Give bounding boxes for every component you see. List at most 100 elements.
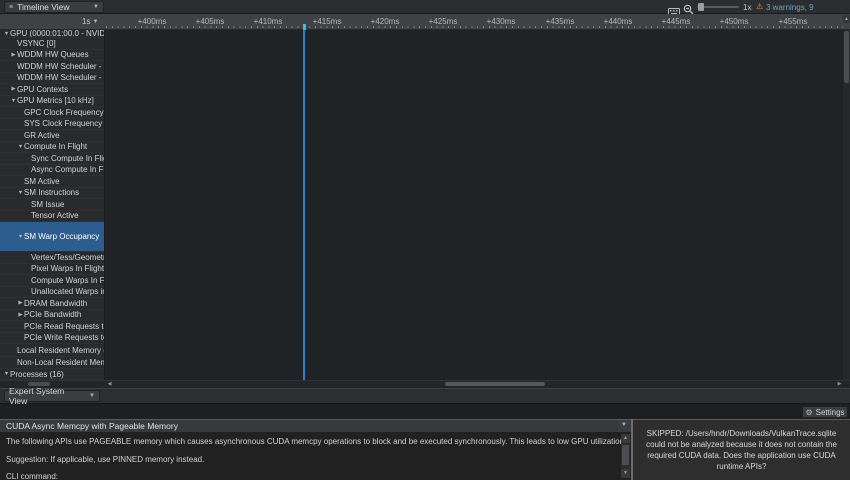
timeline-view-selector[interactable]: ≡ Timeline View ▼ bbox=[4, 1, 104, 13]
hscroll-thumb[interactable] bbox=[445, 382, 545, 386]
expert-result-title: CUDA Async Memcpy with Pageable Memory bbox=[6, 421, 178, 431]
collapse-icon[interactable]: ▼ bbox=[17, 190, 24, 196]
sidebar-row-unallocated-warps-in-act[interactable]: Unallocated Warps in Act bbox=[0, 287, 105, 299]
sidebar-row-pcie-write-requests-to-ba[interactable]: PCIe Write Requests to BA bbox=[0, 333, 105, 345]
sidebar-row-compute-in-flight[interactable]: ▼Compute In Flight bbox=[0, 142, 105, 154]
sidebar-row-wddm-hw-scheduler-cop[interactable]: WDDM HW Scheduler - Cop bbox=[0, 73, 105, 85]
ruler-tick-+420ms: +420ms bbox=[371, 17, 400, 26]
expert-scrollbar-down[interactable]: ▼ bbox=[621, 469, 630, 478]
row-label: Tensor Active bbox=[31, 211, 79, 220]
row-label: Pixel Warps In Flight bbox=[31, 264, 104, 273]
sidebar-row-vertex-tess-geometry-w[interactable]: Vertex/Tess/Geometry W bbox=[0, 252, 105, 264]
ruler-tick-+445ms: +445ms bbox=[662, 17, 691, 26]
row-label: Vertex/Tess/Geometry W bbox=[31, 253, 105, 262]
timeline-ruler[interactable]: 1s▼ +400ms+405ms+410ms+415ms+420ms+425ms… bbox=[0, 14, 850, 30]
ruler-tick-+435ms: +435ms bbox=[546, 17, 575, 26]
row-label: GPU (0000:01:00.0 - NVIDIA G bbox=[10, 30, 105, 38]
row-label: Local Resident Memory (Cap bbox=[17, 346, 105, 355]
row-label: GPU Contexts bbox=[17, 85, 68, 94]
sidebar-row-gpu-0000-01-00-0-nvidia-g[interactable]: ▼GPU (0000:01:00.0 - NVIDIA G bbox=[0, 30, 105, 38]
sidebar-row-wddm-hw-queues[interactable]: ▶WDDM HW Queues bbox=[0, 50, 105, 62]
top-toolbar: ≡ Timeline View ▼ 1x ⚠ 3 warnings, 9 mes… bbox=[0, 0, 850, 14]
gear-icon: ⚙ bbox=[805, 408, 812, 417]
zoom-slider-thumb[interactable] bbox=[698, 3, 704, 11]
hscroll-right-arrow[interactable]: ▶ bbox=[836, 381, 843, 387]
sidebar-row-gpc-clock-frequency[interactable]: GPC Clock Frequency bbox=[0, 107, 105, 119]
sidebar-row-compute-warps-in-flight[interactable]: Compute Warps In Flight bbox=[0, 275, 105, 287]
sidebar-row-vsync-0[interactable]: VSYNC [0] bbox=[0, 38, 105, 50]
sidebar-row-async-compute-in-flight[interactable]: Async Compute In Flight bbox=[0, 165, 105, 177]
sidebar-row-non-local-resident-memory[interactable]: Non-Local Resident Memory bbox=[0, 357, 105, 369]
row-label: SM Issue bbox=[31, 200, 64, 209]
vertical-scrollbar-up-button[interactable]: ▲ bbox=[843, 15, 850, 23]
timeline-body: ▼GPU (0000:01:00.0 - NVIDIA GVSYNC [0]▶W… bbox=[0, 30, 850, 380]
zoom-level-label: 1x bbox=[743, 3, 751, 12]
row-label: GPU Metrics [10 kHz] bbox=[17, 96, 94, 105]
sidebar-row-sm-warp-occupancy[interactable]: ▼SM Warp Occupancy bbox=[0, 222, 105, 252]
sidebar-row-sm-instructions[interactable]: ▼SM Instructions bbox=[0, 188, 105, 200]
settings-button[interactable]: ⚙ Settings bbox=[802, 406, 848, 418]
bottom-panel: ⚙ Settings CUDA Async Memcpy with Pageab… bbox=[0, 404, 850, 480]
row-label: DRAM Bandwidth bbox=[24, 299, 87, 308]
expert-scrollbar-thumb[interactable] bbox=[622, 445, 629, 465]
sidebar-row-gr-active[interactable]: GR Active bbox=[0, 130, 105, 142]
row-label: SM Warp Occupancy bbox=[24, 232, 99, 241]
ruler-tick-+455ms: +455ms bbox=[779, 17, 808, 26]
row-label-sidebar: ▼GPU (0000:01:00.0 - NVIDIA GVSYNC [0]▶W… bbox=[0, 30, 105, 380]
ruler-tick-+430ms: +430ms bbox=[487, 17, 516, 26]
sidebar-row-pixel-warps-in-flight[interactable]: Pixel Warps In Flight bbox=[0, 264, 105, 276]
sidebar-row-dram-bandwidth[interactable]: ▶DRAM Bandwidth bbox=[0, 298, 105, 310]
row-label: PCIe Bandwidth bbox=[24, 310, 81, 319]
expert-system-view-selector[interactable]: Expert System View ▼ bbox=[4, 390, 100, 402]
row-label: Non-Local Resident Memory bbox=[17, 358, 105, 367]
row-label: PCIe Read Requests to BA bbox=[24, 322, 105, 331]
sidebar-row-gpu-metrics-10-khz[interactable]: ▼GPU Metrics [10 kHz] bbox=[0, 96, 105, 108]
row-label: VSYNC [0] bbox=[17, 39, 56, 48]
row-label: WDDM HW Scheduler - 3D bbox=[17, 62, 105, 71]
horizontal-scrollbar[interactable] bbox=[0, 380, 850, 388]
sidebar-row-wddm-hw-scheduler-3d[interactable]: WDDM HW Scheduler - 3D bbox=[0, 61, 105, 73]
ruler-minor-ticks bbox=[106, 26, 843, 28]
skipped-message-panel: SKIPPED: /Users/hndr/Downloads/VulkanTra… bbox=[633, 419, 850, 480]
row-label: Compute In Flight bbox=[24, 142, 87, 151]
expert-result-dropdown[interactable]: ▼ bbox=[618, 420, 630, 431]
expand-icon[interactable]: ▶ bbox=[10, 86, 17, 92]
collapse-icon[interactable]: ▼ bbox=[17, 234, 24, 240]
sidebar-row-local-resident-memory-cap[interactable]: Local Resident Memory (Cap bbox=[0, 344, 105, 357]
collapse-icon[interactable]: ▼ bbox=[10, 98, 17, 104]
ruler-tick-+400ms: +400ms bbox=[138, 17, 167, 26]
expert-scrollbar-up[interactable]: ▲ bbox=[621, 434, 630, 443]
row-label: Compute Warps In Flight bbox=[31, 276, 105, 285]
collapse-icon[interactable]: ▼ bbox=[3, 31, 10, 37]
sidebar-row-gpu-contexts[interactable]: ▶GPU Contexts bbox=[0, 84, 105, 96]
row-label: WDDM HW Scheduler - Cop bbox=[17, 73, 105, 82]
timeline-cursor-line[interactable] bbox=[303, 30, 305, 380]
expert-result-header[interactable]: CUDA Async Memcpy with Pageable Memory bbox=[0, 419, 631, 432]
sidebar-row-pcie-read-requests-to-ba[interactable]: PCIe Read Requests to BA bbox=[0, 321, 105, 333]
sidebar-row-sm-active[interactable]: SM Active bbox=[0, 176, 105, 188]
sidebar-row-processes-16[interactable]: ▼Processes (16) bbox=[0, 369, 105, 380]
expand-icon[interactable]: ▶ bbox=[10, 52, 17, 58]
chevron-down-icon: ▼ bbox=[89, 393, 95, 399]
sidebar-row-pcie-bandwidth[interactable]: ▶PCIe Bandwidth bbox=[0, 310, 105, 322]
nsight-systems-window: ≡ Timeline View ▼ 1x ⚠ 3 warnings, 9 mes… bbox=[0, 0, 850, 480]
sidebar-row-sys-clock-frequency[interactable]: SYS Clock Frequency bbox=[0, 119, 105, 131]
vertical-scrollbar-thumb[interactable] bbox=[844, 31, 849, 83]
expand-icon[interactable]: ▶ bbox=[17, 312, 24, 318]
row-label: GPC Clock Frequency bbox=[24, 108, 104, 117]
sidebar-row-tensor-active[interactable]: Tensor Active bbox=[0, 211, 105, 223]
collapse-icon[interactable]: ▼ bbox=[17, 144, 24, 150]
row-label: SM Instructions bbox=[24, 188, 79, 197]
sidebar-row-sync-compute-in-flight[interactable]: Sync Compute In Flight bbox=[0, 153, 105, 165]
expert-result-text: The following APIs use PAGEABLE memory w… bbox=[6, 437, 617, 447]
collapse-icon[interactable]: ▼ bbox=[3, 371, 10, 377]
chevron-down-icon: ▼ bbox=[92, 19, 98, 25]
chevron-down-icon: ▼ bbox=[93, 4, 99, 10]
expand-icon[interactable]: ▶ bbox=[17, 300, 24, 306]
row-label: SYS Clock Frequency bbox=[24, 119, 102, 128]
hscroll-left-arrow[interactable]: ◀ bbox=[106, 381, 113, 387]
row-label: Unallocated Warps in Act bbox=[31, 287, 105, 296]
sidebar-row-sm-issue[interactable]: SM Issue bbox=[0, 199, 105, 211]
row-label: GR Active bbox=[24, 131, 60, 140]
ruler-origin-label[interactable]: 1s▼ bbox=[82, 17, 98, 26]
